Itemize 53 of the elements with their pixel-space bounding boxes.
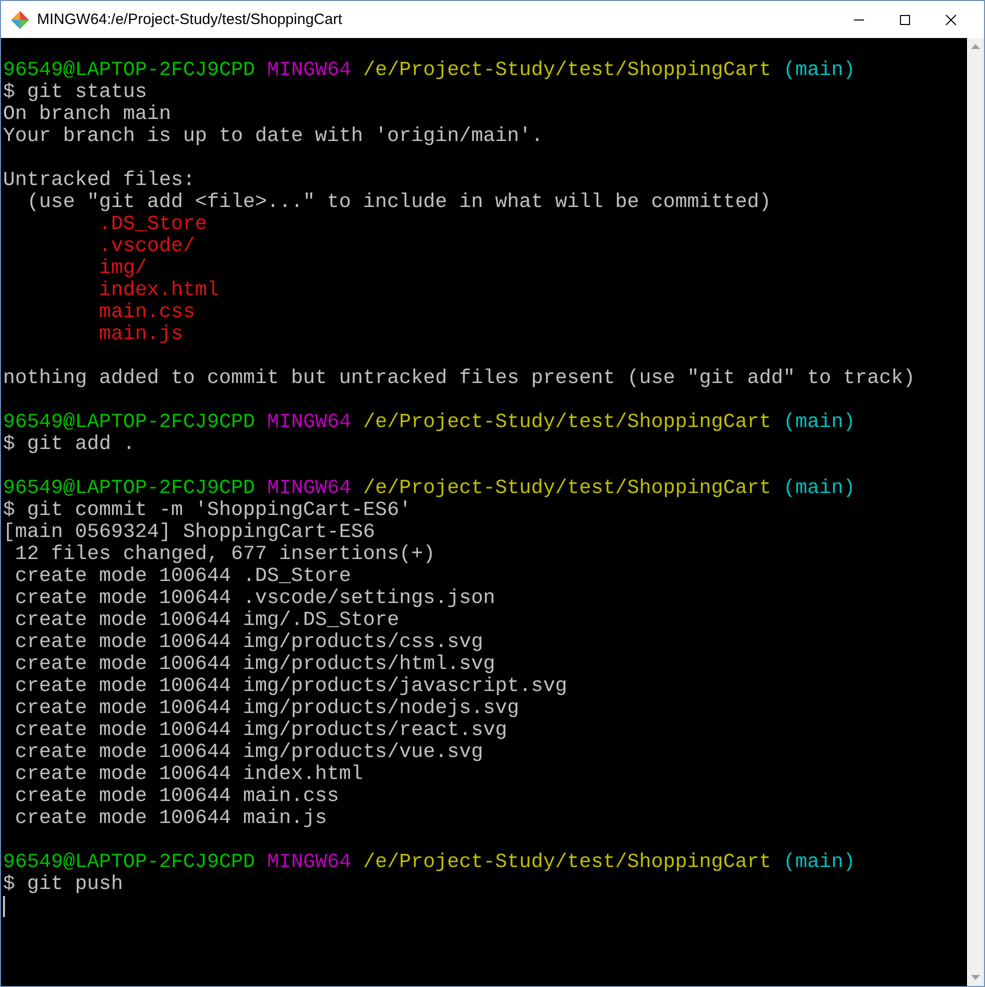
output-line: create mode 100644 img/products/react.svg xyxy=(14,719,508,742)
prompt-shell: MINGW64 xyxy=(267,851,352,874)
maximize-icon xyxy=(899,14,911,26)
scroll-down-icon[interactable] xyxy=(971,974,980,980)
command-line: $ git push xyxy=(3,873,124,896)
output-line: create mode 100644 img/products/css.svg xyxy=(14,631,484,654)
untracked-file: main.js xyxy=(98,323,184,346)
prompt-path: /e/Project-Study/test/ShoppingCart xyxy=(363,59,772,82)
prompt-user: 96549@LAPTOP-2FCJ9CPD xyxy=(3,477,256,500)
untracked-file: img/ xyxy=(98,257,148,280)
prompt-user: 96549@LAPTOP-2FCJ9CPD xyxy=(3,411,256,434)
output-line: create mode 100644 main.css xyxy=(14,785,340,808)
output-line: 12 files changed, 677 insertions(+) xyxy=(14,543,436,566)
prompt-path: /e/Project-Study/test/ShoppingCart xyxy=(363,851,772,874)
untracked-file: index.html xyxy=(98,279,220,302)
prompt-path: /e/Project-Study/test/ShoppingCart xyxy=(363,411,772,434)
window-title: MINGW64:/e/Project-Study/test/ShoppingCart xyxy=(37,11,344,28)
prompt-user: 96549@LAPTOP-2FCJ9CPD xyxy=(3,59,256,82)
prompt-branch: (main) xyxy=(783,851,856,874)
output-line: Untracked files: xyxy=(3,169,196,192)
output-line: On branch main xyxy=(3,103,172,126)
prompt-shell: MINGW64 xyxy=(267,59,352,82)
output-line: create mode 100644 img/.DS_Store xyxy=(14,609,400,632)
close-icon xyxy=(945,14,957,26)
output-line: [main 0569324] ShoppingCart-ES6 xyxy=(3,521,376,544)
prompt-shell: MINGW64 xyxy=(267,411,352,434)
output-line: create mode 100644 img/products/html.svg xyxy=(14,653,496,676)
output-line: create mode 100644 index.html xyxy=(14,763,364,786)
output-line: create mode 100644 main.js xyxy=(14,807,328,830)
prompt-shell: MINGW64 xyxy=(267,477,352,500)
untracked-file: main.css xyxy=(98,301,196,324)
output-line: Your branch is up to date with 'origin/main'. xyxy=(3,125,544,148)
output-line: create mode 100644 img/products/javascript.svg xyxy=(14,675,568,698)
untracked-file: .vscode/ xyxy=(98,235,196,258)
command-line: $ git commit -m 'ShoppingCart-ES6' xyxy=(3,499,412,522)
output-line: create mode 100644 img/products/vue.svg xyxy=(14,741,484,764)
output-line: create mode 100644 img/products/nodejs.svg xyxy=(14,697,520,720)
app-logo-icon xyxy=(10,10,30,30)
prompt-branch: (main) xyxy=(783,59,856,82)
untracked-file: .DS_Store xyxy=(98,213,208,236)
text-cursor xyxy=(3,896,5,917)
command-line: $ git status xyxy=(3,81,148,104)
command-line: $ git add . xyxy=(3,433,136,456)
output-line: create mode 100644 .DS_Store xyxy=(14,565,352,588)
output-line: create mode 100644 .vscode/settings.json xyxy=(14,587,496,610)
output-line: (use "git add <file>..." to include in what will be committed) xyxy=(26,191,772,214)
prompt-path: /e/Project-Study/test/ShoppingCart xyxy=(363,477,772,500)
prompt-user: 96549@LAPTOP-2FCJ9CPD xyxy=(3,851,256,874)
prompt-branch: (main) xyxy=(783,411,856,434)
scrollbar[interactable] xyxy=(967,38,984,986)
prompt-branch: (main) xyxy=(783,477,856,500)
scroll-up-icon[interactable] xyxy=(971,44,980,50)
output-line: nothing added to commit but untracked files present (use "git add" to track) xyxy=(3,367,916,390)
